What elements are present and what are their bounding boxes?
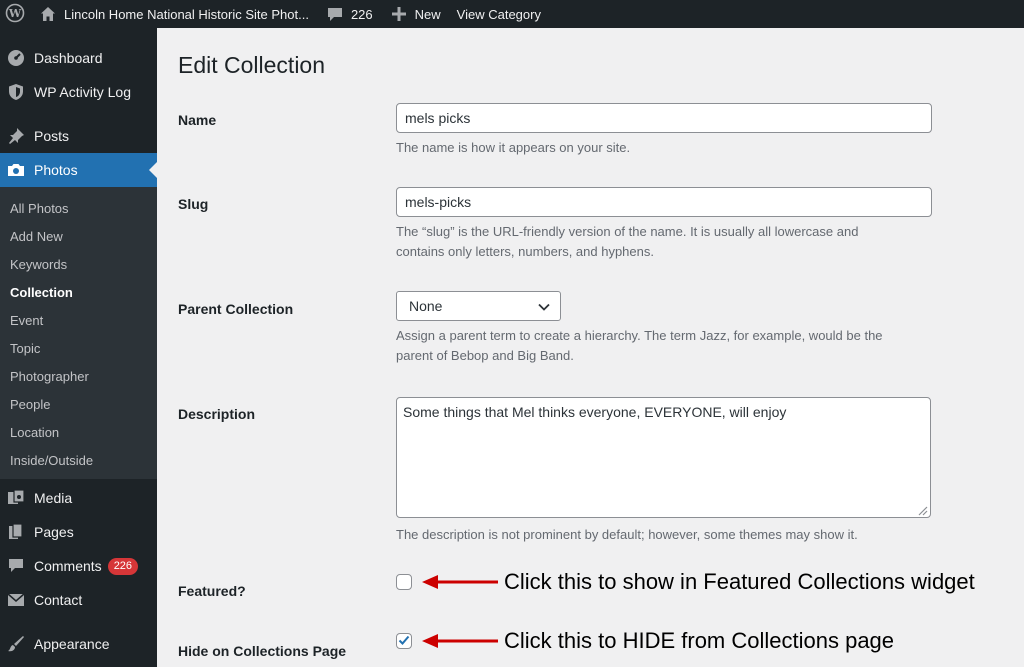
- pin-icon: [6, 126, 26, 146]
- menu-contact[interactable]: Contact: [0, 583, 157, 617]
- comments-icon: [6, 556, 26, 576]
- parent-help-line-1: Assign a parent term to create a hierarc…: [396, 328, 883, 343]
- menu-appearance[interactable]: Appearance: [0, 627, 157, 661]
- svg-text:W: W: [8, 7, 22, 20]
- submenu-keywords[interactable]: Keywords: [10, 257, 67, 272]
- comments-count: 226: [350, 6, 373, 22]
- submenu-topic[interactable]: Topic: [10, 341, 40, 356]
- slug-input-value: mels-picks: [405, 194, 472, 210]
- submenu-people[interactable]: People: [10, 397, 50, 412]
- parent-help-line-2: parent of Bebop and Big Band.: [396, 348, 574, 363]
- menu-wp-activity-log[interactable]: WP Activity Log: [0, 75, 157, 109]
- slug-label: Slug: [178, 196, 209, 212]
- envelope-icon: [6, 590, 26, 610]
- menu-media-label: Media: [34, 490, 73, 506]
- slug-help: The “slug” is the URL-friendly version o…: [396, 222, 858, 262]
- menu-posts[interactable]: Posts: [0, 119, 157, 153]
- submenu-collection[interactable]: Collection: [10, 285, 73, 300]
- menu-photos[interactable]: Photos: [0, 153, 157, 187]
- main-content: Edit Collection Name mels picks The name…: [157, 28, 1024, 667]
- shield-icon: [6, 82, 26, 102]
- submenu-location[interactable]: Location: [10, 425, 59, 440]
- menu-photos-label: Photos: [34, 162, 78, 178]
- featured-checkbox[interactable]: [396, 574, 412, 590]
- admin-bar: W Lincoln Home National Historic Site Ph…: [0, 0, 1024, 28]
- plus-icon: [389, 4, 409, 24]
- resize-grip-icon[interactable]: [916, 503, 928, 516]
- menu-wp-activity-log-label: WP Activity Log: [34, 84, 132, 100]
- submenu-photographer[interactable]: Photographer: [10, 369, 89, 384]
- menu-posts-label: Posts: [34, 128, 70, 144]
- menu-appearance-label: Appearance: [34, 636, 110, 652]
- view-category-link[interactable]: View Category: [449, 0, 549, 28]
- menu-comments[interactable]: Comments 226: [0, 549, 157, 583]
- description-value: Some things that Mel thinks everyone, EV…: [403, 404, 787, 420]
- page-title: Edit Collection: [178, 52, 326, 78]
- name-help: The name is how it appears on your site.: [396, 140, 631, 155]
- submenu-event[interactable]: Event: [10, 313, 43, 328]
- new-content-link[interactable]: New: [381, 0, 449, 28]
- description-help: The description is not prominent by defa…: [396, 527, 858, 542]
- submenu-all-photos[interactable]: All Photos: [10, 201, 69, 216]
- parent-collection-help: Assign a parent term to create a hierarc…: [396, 326, 883, 366]
- parent-collection-selected: None: [409, 298, 443, 314]
- comments-badge: 226: [107, 557, 139, 575]
- chevron-down-icon: [538, 298, 550, 314]
- name-label: Name: [178, 112, 217, 128]
- description-label: Description: [178, 406, 256, 422]
- submenu-add-new[interactable]: Add New: [10, 229, 63, 244]
- hide-on-collections-label: Hide on Collections Page: [178, 643, 347, 659]
- slug-help-line-2: contains only letters, numbers, and hyph…: [396, 244, 654, 259]
- menu-pages-label: Pages: [34, 524, 74, 540]
- submenu-inside-outside[interactable]: Inside/Outside: [10, 453, 93, 468]
- menu-dashboard[interactable]: Dashboard: [0, 41, 157, 75]
- featured-label: Featured?: [178, 583, 246, 599]
- camera-icon: [6, 160, 26, 180]
- brush-icon: [6, 634, 26, 654]
- slug-input[interactable]: mels-picks: [396, 187, 932, 217]
- annotation-arrow-hide: [422, 634, 498, 648]
- hide-annotation: Click this to HIDE from Collections page: [504, 628, 895, 653]
- wordpress-logo-icon: W: [5, 3, 25, 26]
- new-label: New: [414, 6, 441, 22]
- dashboard-icon: [6, 48, 26, 68]
- parent-collection-label: Parent Collection: [178, 301, 294, 317]
- comments-link[interactable]: 226: [317, 0, 381, 28]
- hide-on-collections-checkbox[interactable]: [396, 633, 412, 649]
- checkmark-icon: [398, 634, 410, 649]
- menu-media[interactable]: Media: [0, 481, 157, 515]
- menu-comments-label: Comments: [34, 558, 102, 574]
- site-name-label: Lincoln Home National Historic Site Phot…: [64, 6, 309, 22]
- menu-contact-label: Contact: [34, 592, 83, 608]
- menu-pages[interactable]: Pages: [0, 515, 157, 549]
- view-category-label: View Category: [456, 6, 541, 22]
- wordpress-logo-button[interactable]: W: [0, 0, 30, 28]
- name-input-value: mels picks: [405, 110, 471, 126]
- featured-annotation: Click this to show in Featured Collectio…: [504, 569, 975, 594]
- home-icon: [38, 4, 58, 24]
- pages-icon: [6, 522, 26, 542]
- annotation-arrow-featured: [422, 575, 498, 589]
- photos-submenu: All Photos Add New Keywords Collection E…: [0, 187, 157, 479]
- name-input[interactable]: mels picks: [396, 103, 932, 133]
- menu-dashboard-label: Dashboard: [34, 50, 103, 66]
- admin-sidebar: Dashboard WP Activity Log Posts Photos A…: [0, 28, 157, 667]
- parent-collection-select[interactable]: None: [396, 291, 561, 321]
- comment-icon: [325, 4, 345, 24]
- media-icon: [6, 488, 26, 508]
- slug-help-line-1: The “slug” is the URL-friendly version o…: [396, 224, 859, 239]
- description-textarea[interactable]: Some things that Mel thinks everyone, EV…: [396, 397, 931, 518]
- site-name-link[interactable]: Lincoln Home National Historic Site Phot…: [30, 0, 317, 28]
